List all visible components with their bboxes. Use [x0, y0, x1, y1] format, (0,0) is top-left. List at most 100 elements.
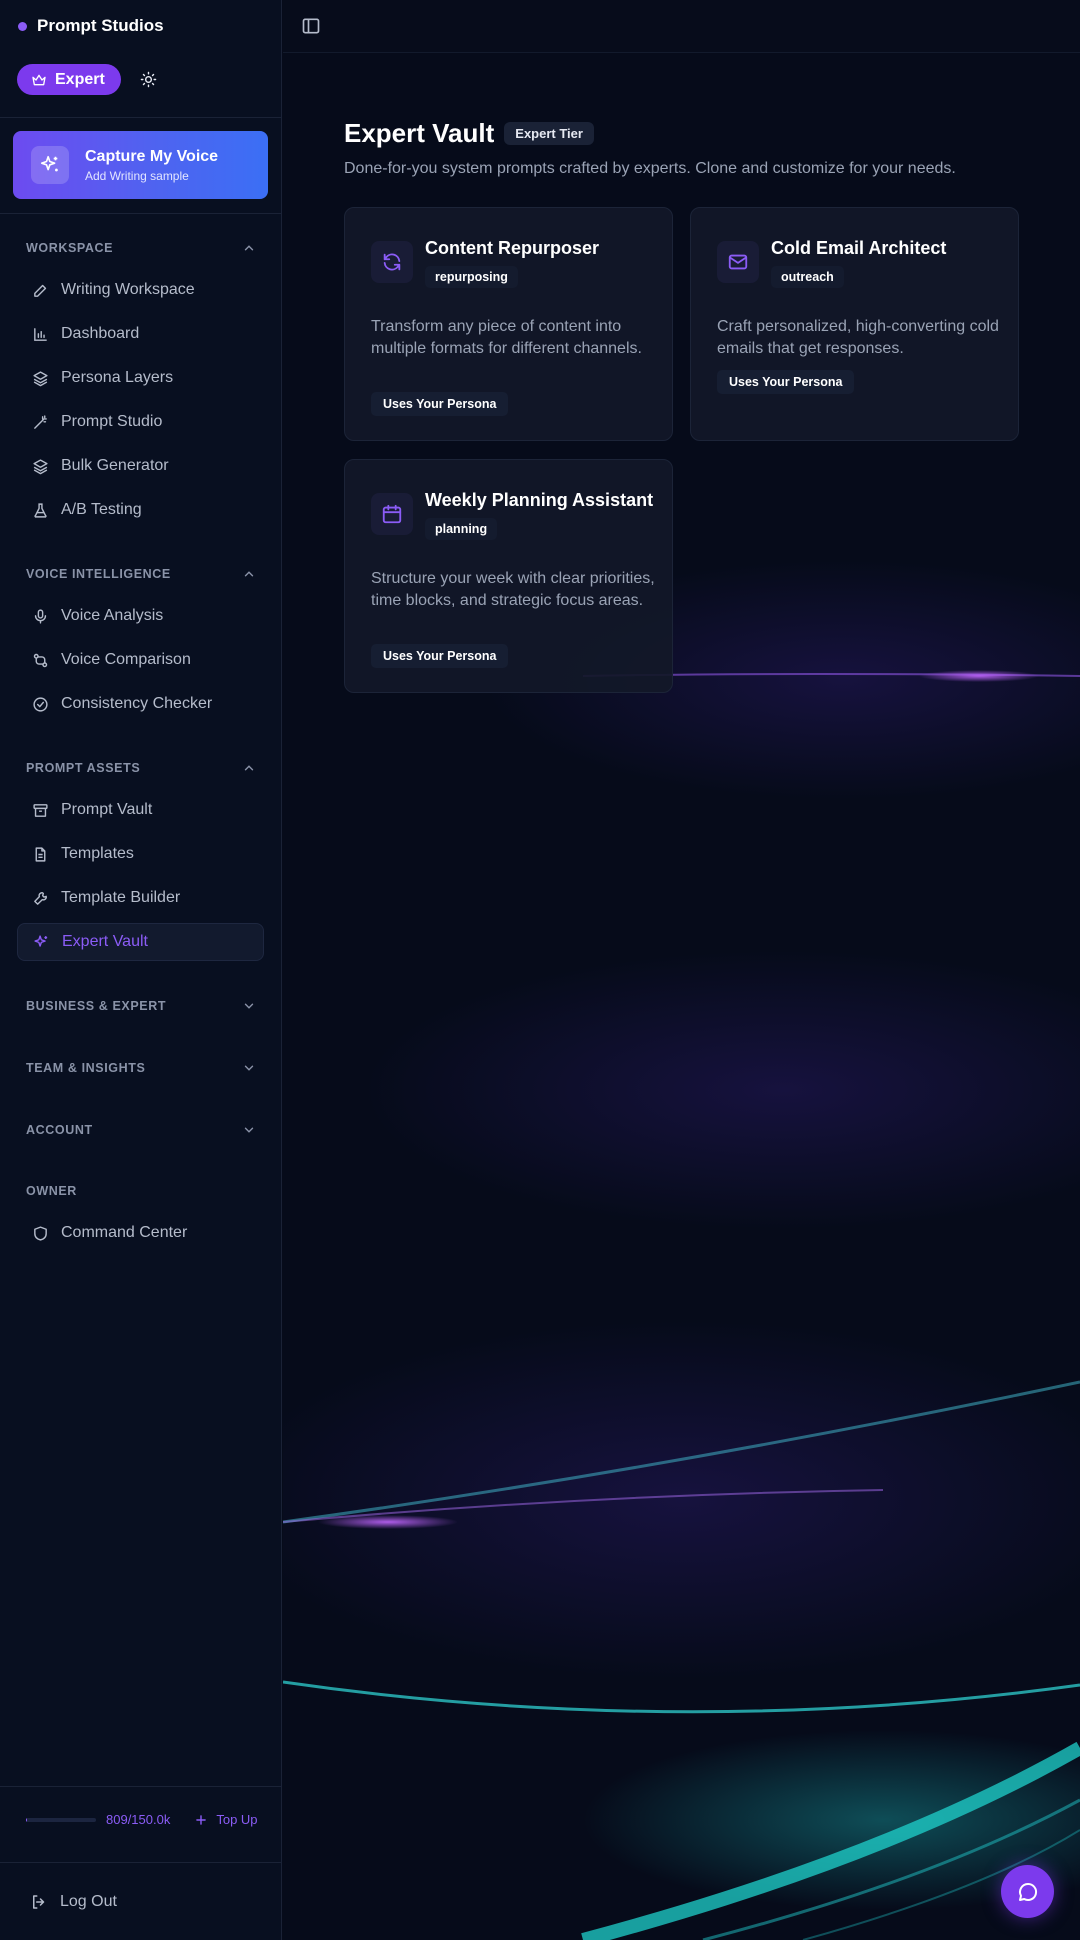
section-workspace-header[interactable]: WORKSPACE: [26, 241, 256, 255]
card-description: Structure your week with clear prioritie…: [371, 570, 655, 609]
chevron-down-icon: [244, 1065, 254, 1071]
sidebar-item-label: Consistency Checker: [61, 695, 213, 712]
chat-button[interactable]: [1001, 1865, 1054, 1918]
card-description: Craft personalized, high-converting cold…: [717, 318, 999, 357]
shield-icon: [31, 1224, 49, 1242]
sidebar-item-label: Template Builder: [61, 889, 181, 906]
theme-toggle-button[interactable]: [139, 70, 159, 90]
sidebar-item-label: Command Center: [61, 1224, 188, 1241]
sidebar-item-prompt-studio[interactable]: Prompt Studio: [17, 403, 264, 441]
mail-icon: [717, 241, 759, 283]
persona-badge: Uses Your Persona: [371, 392, 509, 416]
tier-button[interactable]: Expert: [17, 64, 121, 95]
vault-card-weekly-planning-assistant[interactable]: Weekly Planning Assistant planning Struc…: [344, 459, 673, 693]
vault-card-cold-email-architect[interactable]: Cold Email Architect outreach Craft pers…: [690, 207, 1019, 441]
sparkles-icon: [31, 146, 69, 184]
page-header: Expert Vault Expert Tier: [344, 118, 594, 149]
sidebar-item-persona-layers[interactable]: Persona Layers: [17, 359, 264, 397]
sidebar-item-label: Templates: [61, 845, 134, 862]
card-title: Weekly Planning Assistant: [425, 490, 654, 510]
brand-dot-icon: [18, 21, 27, 31]
sidebar-item-voice-comparison[interactable]: Voice Comparison: [17, 641, 264, 679]
sidebar-item-label: Dashboard: [61, 325, 140, 342]
chevron-up-icon: [244, 245, 254, 251]
page-subtitle: Done-for-you system prompts crafted by e…: [344, 160, 956, 177]
sidebar-item-consistency-checker[interactable]: Consistency Checker: [17, 685, 264, 723]
sidebar-item-label: A/B Testing: [61, 501, 142, 518]
plus-icon: [196, 1814, 207, 1825]
section-label: ACCOUNT: [26, 1123, 93, 1137]
vault-card-content-repurposer[interactable]: Content Repurposer repurposing Transform…: [344, 207, 673, 441]
top-up-button[interactable]: Top Up: [194, 1812, 258, 1827]
card-description: Transform any piece of content into mult…: [371, 318, 642, 357]
logout-button[interactable]: Log Out: [30, 1893, 117, 1911]
divider: [0, 117, 282, 118]
microphone-icon: [31, 607, 49, 625]
main-content: Expert Vault Expert Tier Done-for-you sy…: [283, 0, 1080, 1940]
sidebar-item-command-center[interactable]: Command Center: [17, 1214, 264, 1252]
persona-badge: Uses Your Persona: [371, 644, 509, 668]
sidebar-item-label: Persona Layers: [61, 369, 174, 386]
sidebar-item-ab-testing[interactable]: A/B Testing: [17, 491, 264, 529]
sidebar-item-label: Prompt Vault: [61, 801, 153, 818]
section-label: BUSINESS & EXPERT: [26, 999, 167, 1013]
credits: 809/150.0k Top Up: [26, 1812, 258, 1827]
sidebar-item-prompt-vault[interactable]: Prompt Vault: [17, 791, 264, 829]
section-assets-header[interactable]: PROMPT ASSETS: [26, 761, 256, 775]
sidebar-item-label: Voice Analysis: [61, 607, 164, 624]
card-title: Cold Email Architect: [771, 238, 947, 258]
persona-badge: Uses Your Persona: [717, 370, 855, 394]
chevron-up-icon: [244, 765, 254, 771]
card-title: Content Repurposer: [425, 238, 600, 258]
sidebar-item-label: Expert Vault: [62, 933, 148, 950]
tier-row: Expert: [17, 64, 159, 95]
sidebar-item-label: Prompt Studio: [61, 413, 163, 430]
magic-wand-icon: [31, 413, 49, 431]
sidebar-toggle-icon[interactable]: [301, 16, 321, 36]
section-account-header[interactable]: ACCOUNT: [26, 1123, 256, 1137]
section-team-header[interactable]: TEAM & INSIGHTS: [26, 1061, 256, 1075]
sun-icon: [141, 71, 157, 88]
capture-subtitle: Add Writing sample: [85, 168, 189, 183]
bar-chart-icon: [31, 325, 49, 343]
capture-title: Capture My Voice: [85, 147, 219, 165]
flask-icon: [31, 501, 49, 519]
sidebar-item-dashboard[interactable]: Dashboard: [17, 315, 264, 353]
topbar: [283, 0, 1080, 53]
refresh-icon: [371, 241, 413, 283]
sidebar-item-expert-vault[interactable]: Expert Vault: [17, 923, 264, 961]
top-up-label: Top Up: [216, 1812, 258, 1827]
crown-icon: [32, 74, 46, 85]
sidebar-item-templates[interactable]: Templates: [17, 835, 264, 873]
section-business-header[interactable]: BUSINESS & EXPERT: [26, 999, 256, 1013]
chevron-down-icon: [244, 1003, 254, 1009]
divider: [0, 1786, 282, 1787]
calendar-icon: [371, 493, 413, 535]
credit-count: 809/150.0k: [106, 1812, 171, 1827]
sidebar-item-bulk-generator[interactable]: Bulk Generator: [17, 447, 264, 485]
sidebar-item-template-builder[interactable]: Template Builder: [17, 879, 264, 917]
logout-icon: [33, 1895, 45, 1909]
check-circle-icon: [31, 695, 49, 713]
sidebar-item-writing-workspace[interactable]: Writing Workspace: [17, 271, 264, 309]
section-voice-header[interactable]: VOICE INTELLIGENCE: [26, 567, 256, 581]
tier-badge: Expert Tier: [504, 122, 594, 145]
sidebar: Prompt Studios Expert Capture My Voice A…: [0, 0, 282, 1940]
sidebar-item-label: Writing Workspace: [61, 281, 195, 298]
card-tag: planning: [425, 518, 498, 540]
divider: [0, 1862, 282, 1863]
card-tag: repurposing: [425, 266, 518, 288]
brand[interactable]: Prompt Studios: [18, 14, 164, 38]
section-label: OWNER: [26, 1184, 77, 1198]
sidebar-item-label: Voice Comparison: [61, 651, 191, 668]
brand-name: Prompt Studios: [37, 16, 164, 35]
chevron-up-icon: [244, 571, 254, 577]
logout-label: Log Out: [60, 1893, 117, 1910]
capture-voice-button[interactable]: Capture My Voice Add Writing sample: [13, 131, 268, 199]
sidebar-item-label: Bulk Generator: [61, 457, 169, 474]
chat-bubble-icon: [1018, 1882, 1037, 1901]
sidebar-item-voice-analysis[interactable]: Voice Analysis: [17, 597, 264, 635]
archive-icon: [31, 801, 49, 819]
card-tag: outreach: [771, 266, 844, 288]
section-label: VOICE INTELLIGENCE: [26, 567, 171, 581]
